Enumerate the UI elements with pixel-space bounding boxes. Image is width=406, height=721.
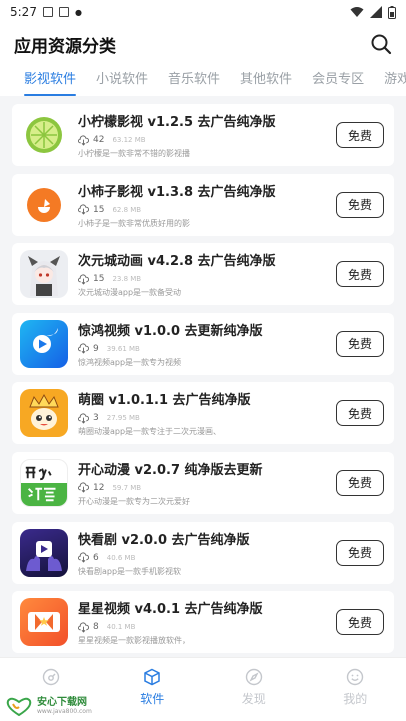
file-size: 62.8 MB [112,205,142,214]
free-download-button[interactable]: 免费 [336,539,384,566]
free-download-button[interactable]: 免费 [336,609,384,636]
download-count: 6 [93,552,99,563]
nav-label: 软件 [140,692,165,706]
category-tabs: 影视软件 小说软件 音乐软件 其他软件 会员专区 游戏 [0,64,406,96]
download-icon [78,343,89,354]
tab-vip[interactable]: 会员专区 [312,64,364,96]
tab-film[interactable]: 影视软件 [24,64,77,96]
download-count: 8 [93,622,99,633]
app-description: 快看剧app是一款手机影视软 [78,566,182,576]
file-size: 23.8 MB [112,275,142,284]
site-watermark: 安心下载网 www.java800.com [4,695,92,717]
jinghong-icon [20,319,68,368]
download-icon [78,204,89,215]
app-name: 快看剧 v2.0.0 去广告纯净版 [78,532,250,548]
app-name: 萌圈 v1.0.1.1 去广告纯净版 [78,393,251,409]
status-time: 5:27 [10,5,37,19]
download-icon [78,622,89,633]
app-name: 小柿子影视 v1.3.8 去广告纯净版 [78,184,276,200]
download-count: 42 [93,135,105,145]
anime-girl-icon [20,250,68,299]
signal-icon [370,6,382,18]
file-size: 59.7 MB [112,483,142,492]
app-description: 惊鸿视频app是一款专为视频 [78,357,182,367]
app-card[interactable]: 惊鸿视频 v1.0.0 去更新纯净版 9 39.61 MB 惊鸿视频app是一款… [12,312,394,375]
nav-software[interactable]: 软件 [102,658,204,721]
download-count: 9 [93,343,99,354]
watermark-brand: 安心下载网 [37,697,87,708]
download-icon [78,274,89,285]
app-name: 次元城动画 v4.2.8 去广告纯净版 [78,254,276,270]
mengquan-icon [20,389,68,438]
app-card[interactable]: 星星视频 v4.0.1 去广告纯净版 8 40.1 MB 星星视频是一款影视播放… [12,591,394,654]
battery-icon [388,5,396,19]
home-icon [42,668,59,686]
app-name: 小柠檬影视 v1.2.5 去广告纯净版 [78,115,276,130]
nav-mine[interactable]: 我的 [305,658,406,721]
app-card[interactable]: 开心动漫 v2.0.7 纯净版去更新 12 59.7 MB 开心动漫是一款专为二… [12,451,394,514]
dot-icon: ● [74,7,82,17]
app-card[interactable]: 小柿子影视 v1.3.8 去广告纯净版 15 62.8 MB 小柿子是一款非常优… [12,173,394,236]
tab-novel[interactable]: 小说软件 [96,64,148,96]
page-title: 应用资源分类 [14,36,116,57]
app-card[interactable]: 萌圈 v1.0.1.1 去广告纯净版 3 27.95 MB 萌圈动漫app是一款… [12,382,394,445]
tab-other[interactable]: 其他软件 [240,64,292,96]
tab-music[interactable]: 音乐软件 [168,64,220,96]
file-size: 39.61 MB [106,344,140,353]
notification-icon [42,7,53,17]
free-download-button[interactable]: 免费 [336,191,384,218]
file-size: 27.95 MB [106,414,140,423]
xingxing-icon [20,598,68,647]
watermark-url: www.java800.com [37,708,92,715]
app-description: 萌圈动漫app是一款专注于二次元漫画、 [78,427,222,437]
status-bar: 5:27 ● [0,0,406,24]
app-description: 开心动漫是一款专为二次元爱好 [78,496,190,506]
free-download-button[interactable]: 免费 [336,330,384,357]
app-name: 星星视频 v4.0.1 去广告纯净版 [78,602,263,618]
download-icon [78,552,89,563]
download-icon [78,413,89,424]
persimmon-icon [20,180,68,229]
app-description: 小柿子是一款非常优质好用的影 [78,218,190,228]
app-card[interactable]: 次元城动画 v4.2.8 去广告纯净版 15 23.8 MB 次元城动漫app是… [12,243,394,306]
kuaikanju-icon [20,528,68,577]
app-header: 应用资源分类 [0,24,406,64]
lemon-icon [20,111,68,159]
file-size: 63.12 MB [112,136,146,144]
download-count: 12 [93,482,105,493]
download-count: 15 [93,204,105,215]
download-count: 15 [93,274,105,285]
file-size: 40.6 MB [106,553,136,562]
app-description: 小柠檬是一款非常不错的影视播 [78,149,190,158]
smile-icon [347,668,364,686]
nav-label: 发现 [241,692,266,706]
wifi-icon [350,7,364,17]
download-icon [78,134,89,146]
heart-logo-icon [6,697,32,717]
compass-icon [245,668,262,686]
free-download-button[interactable]: 免费 [336,122,384,148]
box-icon [144,668,160,686]
search-icon[interactable] [370,33,392,55]
notification-icon [58,7,69,17]
file-size: 40.1 MB [106,623,136,632]
nav-label: 我的 [343,692,368,706]
free-download-button[interactable]: 免费 [336,469,384,496]
download-icon [78,482,89,494]
nav-discover[interactable]: 发现 [203,658,305,721]
tab-games[interactable]: 游戏 [384,64,406,96]
free-download-button[interactable]: 免费 [336,261,384,288]
app-description: 星星视频是一款影视播放软件， [78,636,190,646]
download-count: 3 [93,413,99,424]
app-list: 小柠檬影视 v1.2.5 去广告纯净版 42 63.12 MB 小柠檬是一款非常… [0,96,406,657]
app-card[interactable]: 小柠檬影视 v1.2.5 去广告纯净版 42 63.12 MB 小柠檬是一款非常… [12,104,394,166]
app-name: 开心动漫 v2.0.7 纯净版去更新 [78,462,263,478]
app-description: 次元城动漫app是一款备受动 [78,288,182,298]
app-card[interactable]: 快看剧 v2.0.0 去广告纯净版 6 40.6 MB 快看剧app是一款手机影… [12,521,394,584]
app-name: 惊鸿视频 v1.0.0 去更新纯净版 [78,323,263,339]
free-download-button[interactable]: 免费 [336,400,384,427]
kaixin-icon [20,458,68,507]
